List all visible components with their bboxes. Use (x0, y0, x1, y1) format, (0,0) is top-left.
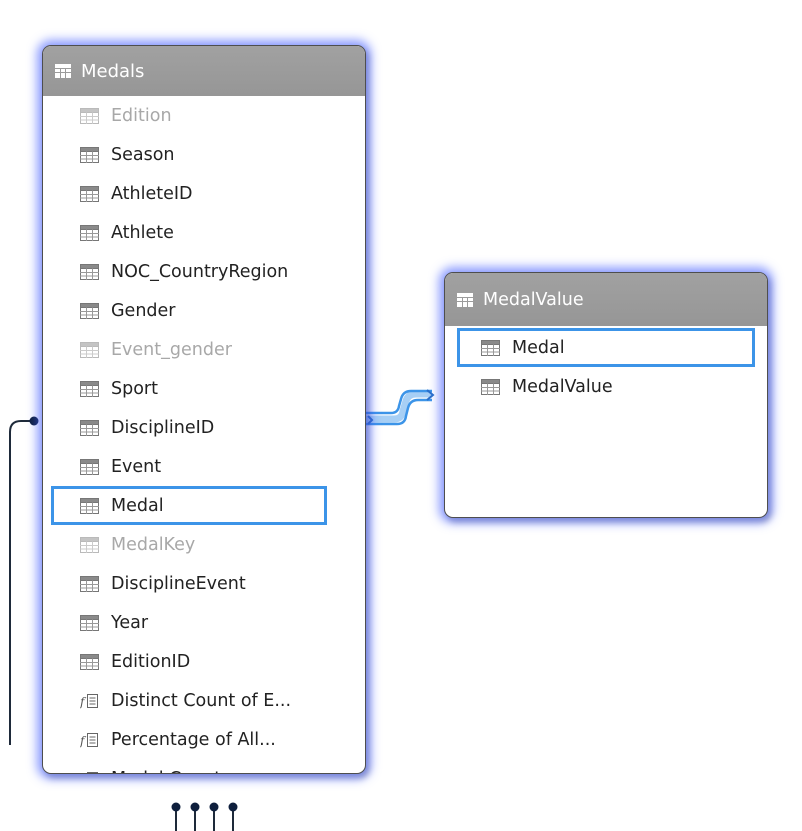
field-label: Event_gender (111, 339, 232, 360)
column-field-medals[interactable]: DisciplineEvent (43, 564, 327, 603)
column-field-medalvalue[interactable]: MedalValue (445, 367, 765, 406)
field-label: MedalKey (111, 534, 196, 555)
diagram-view-canvas[interactable]: Medals Edition Season AthleteID Athlete NOC_… (0, 0, 802, 831)
calculated-measure-icon: f (80, 732, 98, 748)
column-grid-icon (80, 614, 99, 631)
column-grid-icon (80, 575, 99, 592)
column-field-medals[interactable]: Gender (43, 291, 327, 330)
field-label: Event (111, 456, 162, 477)
svg-text:f: f (80, 773, 87, 775)
medals-table-header[interactable]: Medals (43, 46, 365, 96)
column-field-medals[interactable]: EditionID (43, 642, 327, 681)
field-label: Athlete (111, 222, 174, 243)
field-label: Distinct Count of E... (111, 690, 292, 711)
measure-field-medals[interactable]: f Percentage of All... (43, 720, 327, 759)
field-label: EditionID (111, 651, 191, 672)
field-label: Percentage of All... (111, 729, 276, 750)
column-field-medals[interactable]: Season (43, 135, 327, 174)
measure-field-medals[interactable]: f Distinct Count of E... (43, 681, 327, 720)
column-grid-icon (80, 536, 99, 553)
column-grid-icon (80, 653, 99, 670)
column-grid-icon (80, 419, 99, 436)
measure-field-medals[interactable]: f Medal Count (43, 759, 327, 775)
column-field-medals[interactable]: AthleteID (43, 174, 327, 213)
field-label: Medal (512, 337, 565, 358)
field-label: Medal Count (111, 769, 221, 774)
svg-text:f: f (80, 734, 87, 748)
medals-table-title: Medals (81, 60, 145, 82)
column-field-medals[interactable]: Year (43, 603, 327, 642)
column-grid-icon (481, 378, 500, 395)
column-grid-icon (80, 341, 99, 358)
column-grid-icon (80, 263, 99, 280)
column-grid-icon (80, 380, 99, 397)
field-label: Gender (111, 300, 176, 321)
column-field-medals[interactable]: Medal (51, 486, 327, 525)
table-grid-icon (457, 292, 473, 307)
medal-relationship-line[interactable] (366, 389, 435, 426)
column-field-medals[interactable]: Event_gender (43, 330, 327, 369)
svg-text:f: f (80, 695, 87, 709)
field-label: DisciplineEvent (111, 573, 246, 594)
column-field-medals[interactable]: NOC_CountryRegion (43, 252, 327, 291)
column-field-medalvalue[interactable]: Medal (457, 328, 755, 367)
calculated-measure-icon: f (80, 771, 98, 775)
calculated-measure-icon: f (80, 693, 98, 709)
field-label: Sport (111, 378, 158, 399)
column-grid-icon (80, 107, 99, 124)
field-label: Year (111, 612, 149, 633)
column-grid-icon (80, 185, 99, 202)
field-label: NOC_CountryRegion (111, 261, 289, 282)
field-label: MedalValue (512, 376, 613, 397)
column-grid-icon (80, 302, 99, 319)
column-field-medals[interactable]: Event (43, 447, 327, 486)
column-field-medals[interactable]: Edition (43, 96, 327, 135)
column-grid-icon (80, 497, 99, 514)
medalvalue-table-title: MedalValue (483, 289, 584, 310)
column-grid-icon (481, 339, 500, 356)
field-label: AthleteID (111, 183, 193, 204)
left-relationship-connector[interactable] (9, 416, 39, 746)
medalvalue-table[interactable]: MedalValue Medal MedalValue (444, 272, 768, 518)
column-grid-icon (80, 458, 99, 475)
column-field-medals[interactable]: Athlete (43, 213, 327, 252)
medals-table[interactable]: Medals Edition Season AthleteID Athlete NOC_… (42, 45, 366, 774)
field-label: DisciplineID (111, 417, 215, 438)
column-grid-icon (80, 146, 99, 163)
field-label: Season (111, 144, 175, 165)
column-field-medals[interactable]: MedalKey (43, 525, 327, 564)
table-grid-icon (55, 64, 71, 78)
field-label: Edition (111, 105, 172, 126)
column-grid-icon (80, 224, 99, 241)
column-field-medals[interactable]: Sport (43, 369, 327, 408)
bottom-relationship-connectors[interactable] (171, 802, 238, 831)
column-field-medals[interactable]: DisciplineID (43, 408, 327, 447)
field-label: Medal (111, 495, 164, 516)
medalvalue-table-header[interactable]: MedalValue (445, 273, 767, 326)
